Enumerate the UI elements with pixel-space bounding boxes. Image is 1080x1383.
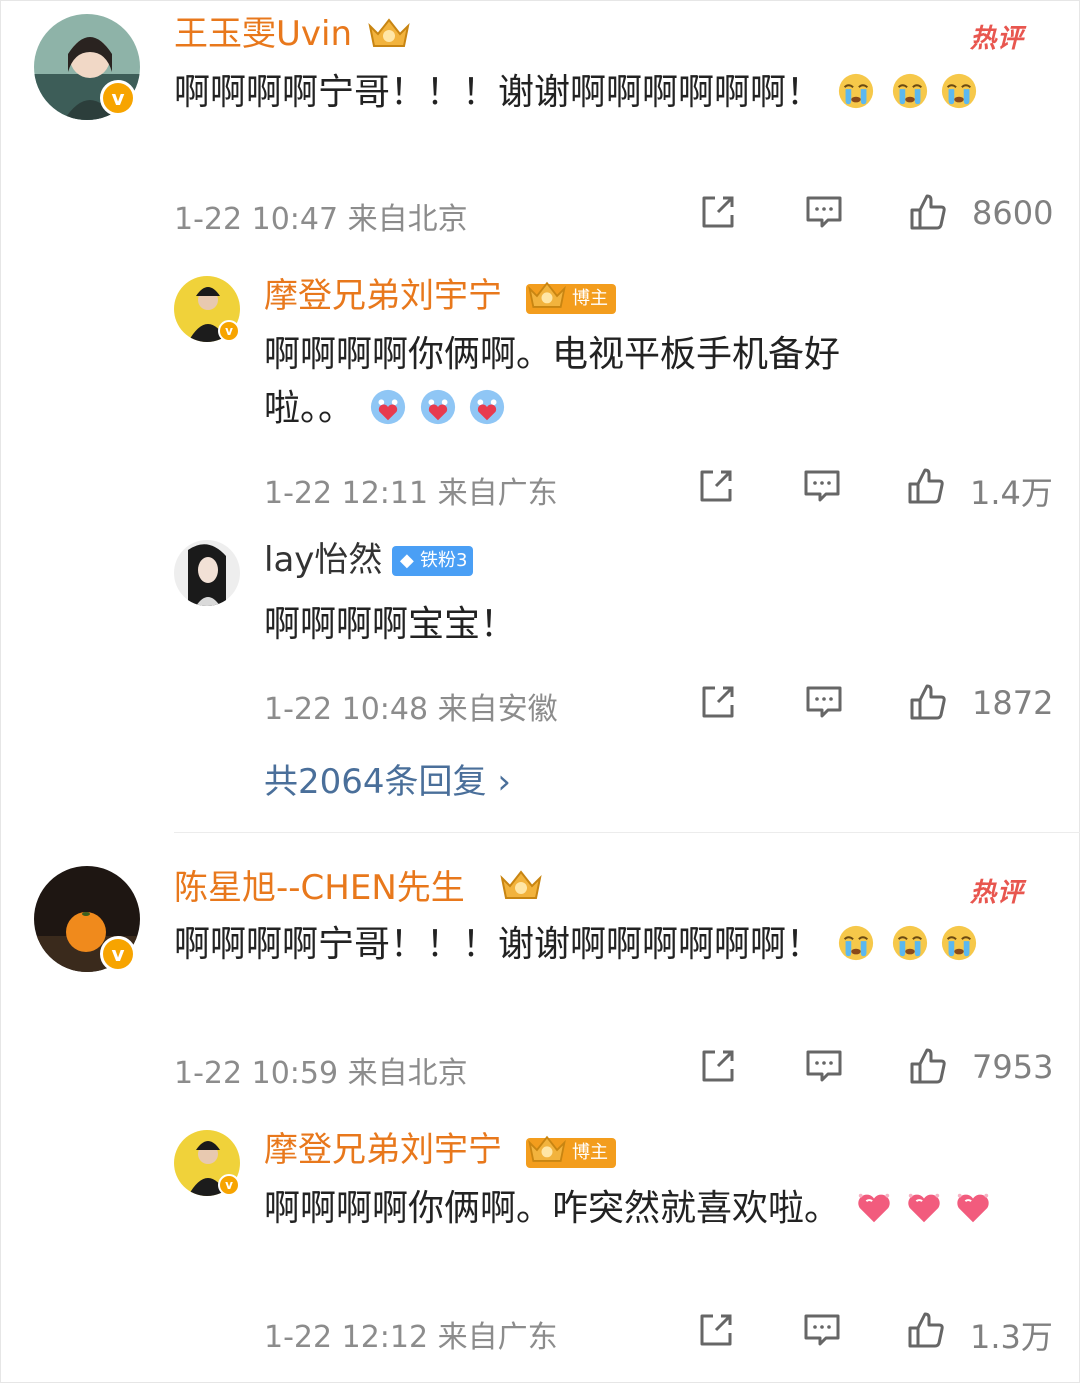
pink-heart-emoji-icon <box>855 1188 893 1226</box>
comment-username[interactable]: 陈星旭--CHEN先生 <box>174 868 465 908</box>
pink-heart-emoji-icon <box>954 1188 992 1226</box>
divider <box>174 832 1080 833</box>
crown-badge-icon <box>526 279 568 313</box>
crown-badge-icon <box>366 16 412 52</box>
comment-time: 1-22 10:59 来自北京 <box>174 1056 468 1091</box>
reply-time: 1-22 10:48 来自安徽 <box>264 692 558 727</box>
avatar[interactable] <box>174 540 240 606</box>
share-icon[interactable] <box>698 682 738 722</box>
crying-emoji-icon <box>837 924 875 962</box>
like-icon[interactable] <box>908 192 948 232</box>
verified-badge-icon: v <box>218 1174 240 1196</box>
crying-emoji-icon <box>940 924 978 962</box>
like-count: 1.4万 <box>970 474 1053 512</box>
reply-username[interactable]: lay怡然 <box>264 540 382 580</box>
comment-icon[interactable] <box>802 1310 842 1350</box>
hot-comment-badge: 热评 <box>970 24 1025 54</box>
share-icon[interactable] <box>698 192 738 232</box>
diamond-icon: ◆ <box>400 550 414 571</box>
like-icon[interactable] <box>908 1046 948 1086</box>
heart-clap-emoji-icon <box>468 388 506 426</box>
like-icon[interactable] <box>908 682 948 722</box>
crown-badge-icon <box>498 868 544 904</box>
reply-text: 啊啊啊啊宝宝！ <box>264 604 517 645</box>
like-count: 7953 <box>972 1048 1054 1086</box>
reply-time: 1-22 12:11 来自广东 <box>264 476 558 511</box>
like-count: 8600 <box>972 194 1054 232</box>
verified-badge-icon: v <box>100 80 136 116</box>
comment-icon[interactable] <box>804 682 844 722</box>
verified-badge-icon: v <box>100 936 136 972</box>
heart-clap-emoji-icon <box>369 388 407 426</box>
fan-level-tag: ◆ 铁粉3 <box>392 546 474 576</box>
comment-text: 啊啊啊啊宁哥！！！谢谢啊啊啊啊啊啊！ <box>174 918 1034 972</box>
crying-emoji-icon <box>837 72 875 110</box>
like-count: 1.3万 <box>970 1318 1053 1356</box>
share-icon[interactable] <box>698 1046 738 1086</box>
like-icon[interactable] <box>906 1310 946 1350</box>
more-replies-link[interactable]: 共2064条回复 › <box>264 754 511 803</box>
reply-username[interactable]: 摩登兄弟刘宇宁 <box>264 276 502 316</box>
comment-icon[interactable] <box>804 1046 844 1086</box>
crying-emoji-icon <box>940 72 978 110</box>
comment-icon[interactable] <box>802 466 842 506</box>
crying-emoji-icon <box>891 72 929 110</box>
hot-comment-badge: 热评 <box>970 878 1025 908</box>
crown-badge-icon <box>526 1133 568 1167</box>
reply-time: 1-22 12:12 来自广东 <box>264 1320 558 1355</box>
comment-text: 啊啊啊啊宁哥！！！谢谢啊啊啊啊啊啊！ <box>174 66 1034 120</box>
pink-heart-emoji-icon <box>905 1188 943 1226</box>
reply-text: 啊啊啊啊你俩啊。咋突然就喜欢啦。 <box>264 1182 1034 1236</box>
share-icon[interactable] <box>696 466 736 506</box>
comment-icon[interactable] <box>804 192 844 232</box>
like-count: 1872 <box>972 684 1054 722</box>
reply-text: 啊啊啊啊你俩啊。电视平板手机备好 啦。。 <box>264 334 841 429</box>
heart-clap-emoji-icon <box>419 388 457 426</box>
like-icon[interactable] <box>906 466 946 506</box>
verified-badge-icon: v <box>218 320 240 342</box>
crying-emoji-icon <box>891 924 929 962</box>
share-icon[interactable] <box>696 1310 736 1350</box>
comment-time: 1-22 10:47 来自北京 <box>174 202 468 237</box>
comment-username[interactable]: 王玉雯Uvin <box>174 14 352 54</box>
reply-username[interactable]: 摩登兄弟刘宇宁 <box>264 1130 502 1170</box>
